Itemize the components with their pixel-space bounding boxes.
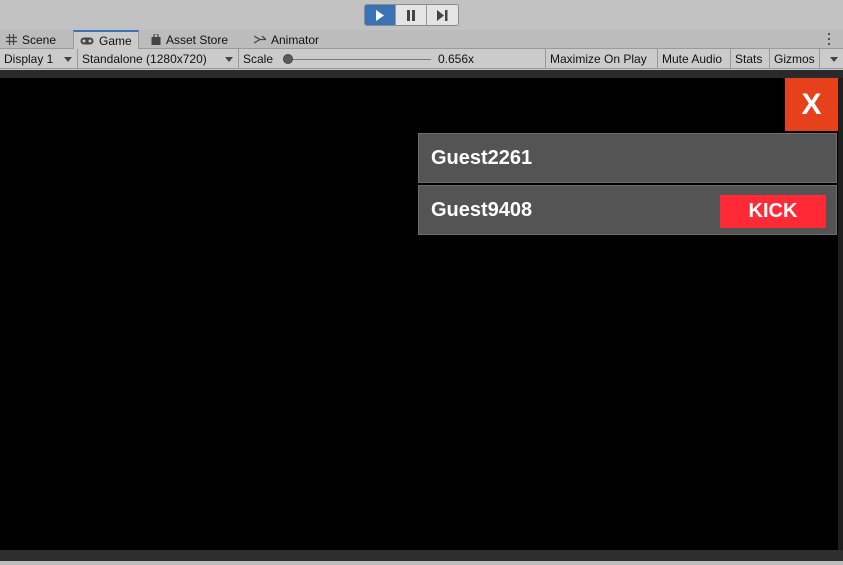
grid-icon — [6, 34, 17, 45]
maximize-on-play-label: Maximize On Play — [550, 52, 647, 66]
tab-animator-label: Animator — [271, 32, 320, 47]
gizmos-dropdown[interactable] — [820, 49, 843, 69]
mute-audio-label: Mute Audio — [662, 52, 723, 66]
step-button[interactable] — [427, 5, 458, 25]
chevron-down-icon — [64, 57, 72, 62]
kick-button[interactable]: KICK — [720, 195, 826, 228]
tab-game[interactable]: Game — [73, 30, 139, 50]
chevron-down-icon — [830, 57, 838, 62]
step-icon — [437, 9, 448, 21]
play-button[interactable] — [365, 5, 396, 25]
pause-button[interactable] — [396, 5, 427, 25]
gizmos-toggle[interactable]: Gizmos — [770, 49, 820, 69]
player-name: Guest2261 — [431, 146, 533, 169]
tab-game-label: Game — [99, 34, 132, 48]
play-controls — [364, 4, 459, 26]
tab-menu-icon[interactable] — [827, 33, 831, 45]
close-button[interactable]: X — [785, 78, 838, 131]
play-icon — [376, 9, 384, 21]
mute-audio-toggle[interactable]: Mute Audio — [658, 49, 731, 69]
player-row: Guest9408 KICK — [418, 185, 837, 235]
stats-toggle[interactable]: Stats — [731, 49, 770, 69]
tab-animator[interactable]: Animator — [248, 30, 325, 49]
display-dropdown-label: Display 1 — [4, 52, 54, 66]
player-name: Guest9408 — [431, 198, 533, 221]
tab-scene[interactable]: Scene — [0, 30, 62, 49]
tab-asset-store[interactable]: Asset Store — [145, 30, 234, 49]
player-row: Guest2261 — [418, 133, 837, 183]
animator-icon — [254, 35, 266, 44]
game-view-toolbar: Display 1 Standalone (1280x720) Scale 0.… — [0, 49, 843, 69]
viewport-top-border — [0, 70, 843, 78]
maximize-on-play-toggle[interactable]: Maximize On Play — [546, 49, 658, 69]
display-dropdown[interactable]: Display 1 — [0, 49, 78, 69]
scale-label: Scale — [243, 52, 274, 66]
pause-icon — [407, 9, 415, 21]
editor-tab-bar: Scene Game Asset Store Animator — [0, 30, 843, 50]
play-toolbar — [0, 0, 843, 30]
tab-scene-label: Scene — [22, 32, 57, 47]
scale-slider-handle[interactable] — [283, 54, 293, 64]
viewport-bottom-border — [0, 550, 843, 565]
gizmos-label: Gizmos — [774, 52, 815, 66]
scale-slider-track[interactable] — [287, 59, 431, 60]
resolution-dropdown-label: Standalone (1280x720) — [82, 52, 207, 66]
gamepad-icon — [80, 37, 94, 45]
viewport-right-border — [838, 78, 843, 550]
chevron-down-icon — [225, 57, 233, 62]
scale-value: 0.656x — [438, 52, 475, 66]
bag-icon — [151, 34, 161, 45]
tab-asset-store-label: Asset Store — [166, 32, 229, 47]
scale-control: Scale 0.656x — [239, 49, 546, 69]
stats-label: Stats — [735, 52, 763, 66]
resolution-dropdown[interactable]: Standalone (1280x720) — [78, 49, 239, 69]
